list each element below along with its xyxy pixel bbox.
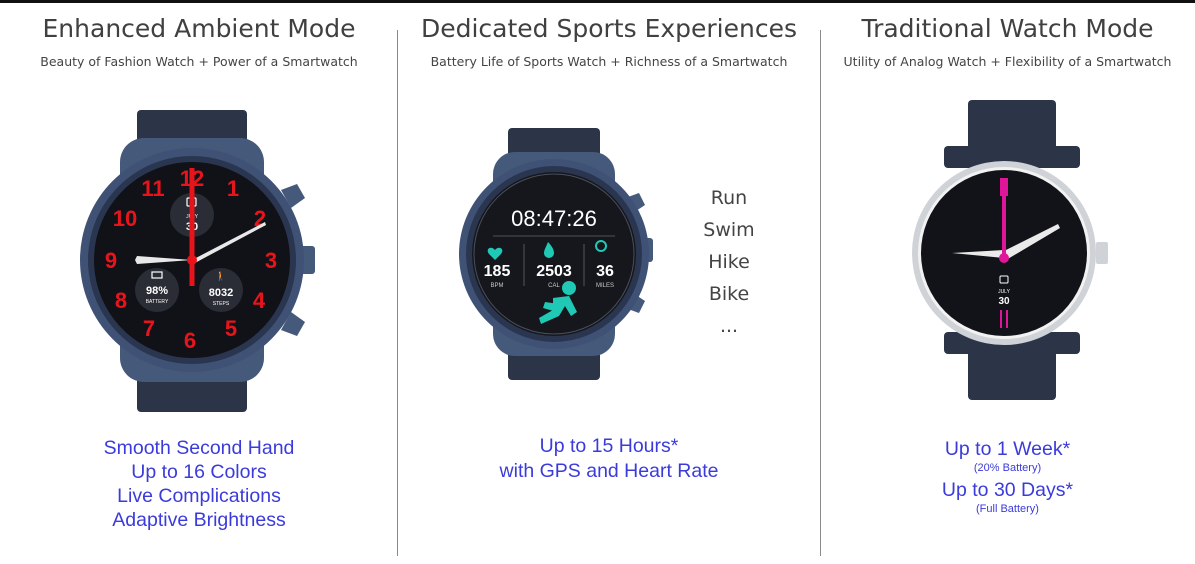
battery-label: BATTERY xyxy=(146,299,169,305)
hand-center-cap xyxy=(187,255,197,265)
feature-list: Up to 1 Week* (20% Battery) Up to 30 Day… xyxy=(820,438,1195,520)
feature-item: Up to 16 Colors xyxy=(131,461,267,483)
activity-item: Bike xyxy=(708,283,750,305)
dial-numeral: 3 xyxy=(265,248,277,273)
dial-numeral: 5 xyxy=(225,316,237,341)
activity-list: Run Swim Hike Bike ... xyxy=(694,182,764,342)
stat-label: BPM xyxy=(490,283,503,289)
stat-label: MILES xyxy=(596,283,614,289)
dial-numeral: 8 xyxy=(115,288,127,313)
activity-item: Run xyxy=(710,187,748,209)
column-title: Traditional Watch Mode xyxy=(861,14,1154,43)
watch-crown xyxy=(1096,242,1108,264)
column-title: Enhanced Ambient Mode xyxy=(42,14,356,43)
enhanced-ambient-mode-column: Enhanced Ambient Mode Beauty of Fashion … xyxy=(0,0,398,564)
steps-value: 8032 xyxy=(209,287,233,299)
activity-item: Swim xyxy=(703,219,755,241)
feature-item: Smooth Second Hand xyxy=(103,437,295,459)
battery-life-note: (Full Battery) xyxy=(976,503,1039,515)
column-subtitle: Battery Life of Sports Watch + Richness … xyxy=(430,54,788,69)
walking-icon: 🚶 xyxy=(215,270,226,281)
feature-item: with GPS and Heart Rate xyxy=(499,460,719,482)
date-day: 30 xyxy=(998,296,1010,307)
steps-label: STEPS xyxy=(213,301,230,307)
battery-life-note: (20% Battery) xyxy=(973,462,1042,474)
traditional-watch-column: Traditional Watch Mode Utility of Analog… xyxy=(820,0,1195,564)
dial-numeral: 1 xyxy=(227,176,239,201)
feature-item: Adaptive Brightness xyxy=(112,509,286,531)
stat-label: CAL xyxy=(548,283,560,289)
dial-numeral: 7 xyxy=(143,316,155,341)
dial-numeral: 10 xyxy=(113,206,137,231)
sports-watch-illustration: 08:47:26 185 BPM 2503 CAL 36 MILES xyxy=(459,128,653,380)
stat-value: 36 xyxy=(596,263,614,280)
fashion-watch-illustration: 12 1 2 3 4 5 6 7 8 9 10 11 JULY 30 98% B… xyxy=(80,110,315,412)
activity-item: Hike xyxy=(708,251,750,273)
feature-item: Live Complications xyxy=(117,485,281,507)
column-subtitle: Beauty of Fashion Watch + Power of a Sma… xyxy=(40,54,358,69)
dial-numeral: 9 xyxy=(105,248,117,273)
column-title: Dedicated Sports Experiences xyxy=(420,14,798,43)
second-hand xyxy=(189,168,195,286)
date-month: JULY xyxy=(998,289,1011,295)
battery-value: 98% xyxy=(146,285,168,297)
dial-numeral: 4 xyxy=(253,288,266,313)
feature-list: Up to 15 Hours* with GPS and Heart Rate xyxy=(398,434,820,484)
feature-item: Up to 15 Hours* xyxy=(539,435,679,457)
column-subtitle: Utility of Analog Watch + Flexibility of… xyxy=(843,54,1172,69)
dial-numeral: 6 xyxy=(184,328,196,353)
second-hand xyxy=(1002,178,1006,258)
battery-life-main: Up to 30 Days* xyxy=(941,479,1074,501)
battery-life-main: Up to 1 Week* xyxy=(944,438,1071,460)
stat-value: 2503 xyxy=(536,263,572,280)
dial-numeral: 11 xyxy=(141,176,164,201)
digital-time: 08:47:26 xyxy=(511,206,597,231)
feature-list: Smooth Second Hand Up to 16 Colors Live … xyxy=(0,436,398,532)
activity-item: ... xyxy=(719,315,739,337)
dedicated-sports-column: Dedicated Sports Experiences Battery Lif… xyxy=(398,0,820,564)
stat-value: 185 xyxy=(484,263,511,280)
hand-center-cap xyxy=(999,253,1009,263)
analog-watch-illustration: JULY 30 xyxy=(912,100,1108,400)
